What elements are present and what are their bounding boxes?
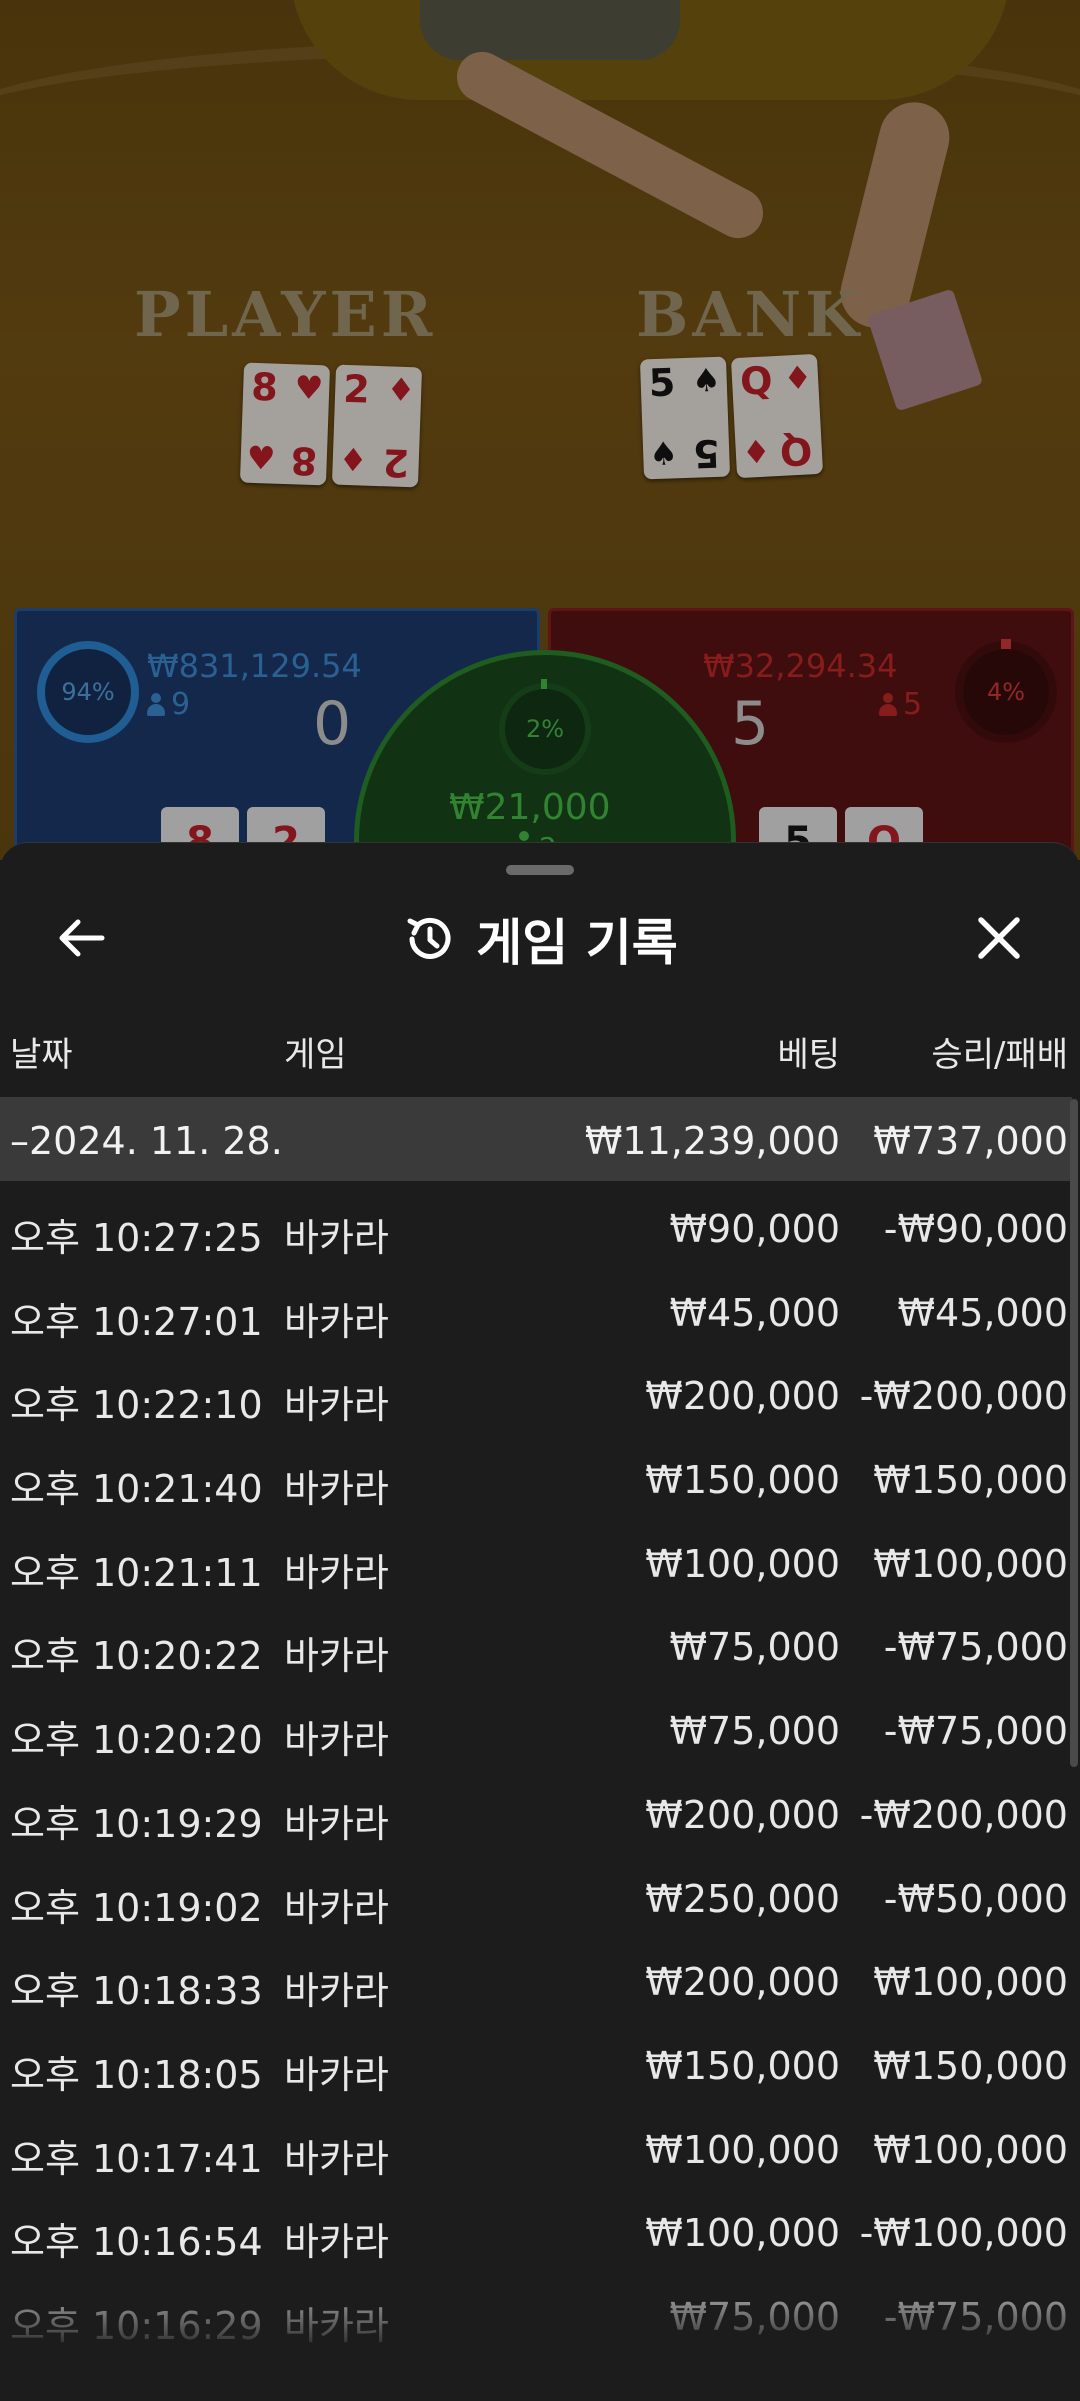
row-game: 바카라 (284, 1550, 389, 1595)
row-win-loss: ₩150,000 (873, 2043, 1068, 2088)
row-bet: ₩75,000 (669, 2294, 840, 2339)
row-bet: ₩75,000 (669, 1709, 840, 1754)
row-bet: ₩90,000 (669, 1207, 840, 1251)
table-row[interactable]: 오후 10:16:29 바카라 ₩75,000 -₩75,000 (0, 2269, 1072, 2353)
day-summary-row[interactable]: –2024. 11. 28. ₩11,239,000 ₩737,000 (0, 1097, 1072, 1181)
history-list: 오후 10:27:25 바카라 ₩90,000 -₩90,000 오후 10:27:01… (0, 1181, 1072, 2353)
day-total-win: ₩737,000 (873, 1119, 1068, 1163)
table-row[interactable]: 오후 10:16:54 바카라 ₩100,000 -₩100,000 (0, 2185, 1072, 2269)
row-time: 오후 10:19:29 (10, 1801, 263, 1846)
row-time: 오후 10:18:05 (10, 2052, 263, 2097)
row-time: 오후 10:16:29 (10, 2303, 263, 2348)
row-bet: ₩200,000 (645, 1374, 840, 1419)
row-bet: ₩75,000 (669, 1625, 840, 1670)
row-win-loss: ₩150,000 (873, 1458, 1068, 1503)
table-row[interactable]: 오후 10:22:10 바카라 ₩200,000 -₩200,000 (0, 1348, 1072, 1432)
row-win-loss: -₩50,000 (883, 1876, 1068, 1921)
sheet-title: 게임 기록 (476, 914, 678, 972)
row-time: 오후 10:27:01 (10, 1299, 263, 1344)
row-game: 바카라 (284, 2303, 389, 2348)
row-bet: ₩100,000 (645, 2127, 840, 2172)
row-win-loss: -₩75,000 (883, 1625, 1068, 1670)
row-bet: ₩100,000 (645, 1541, 840, 1586)
sheet-drag-handle[interactable] (506, 865, 574, 875)
table-row[interactable]: 오후 10:27:01 바카라 ₩45,000 ₩45,000 (0, 1265, 1072, 1349)
row-time: 오후 10:18:33 (10, 1969, 263, 2014)
table-row[interactable]: 오후 10:18:33 바카라 ₩200,000 ₩100,000 (0, 1934, 1072, 2018)
table-row[interactable]: 오후 10:17:41 바카라 ₩100,000 ₩100,000 (0, 2102, 1072, 2186)
row-bet: ₩250,000 (645, 1876, 840, 1921)
close-icon (978, 917, 1020, 959)
row-time: 오후 10:17:41 (10, 2136, 263, 2181)
table-row[interactable]: 오후 10:19:02 바카라 ₩250,000 -₩50,000 (0, 1851, 1072, 1935)
day-date: –2024. 11. 28. (10, 1119, 283, 1163)
row-game: 바카라 (284, 2052, 389, 2097)
row-bet: ₩45,000 (669, 1290, 840, 1335)
row-bet: ₩150,000 (645, 2043, 840, 2088)
row-win-loss: ₩45,000 (897, 1290, 1068, 1335)
row-time: 오후 10:20:22 (10, 1634, 263, 1679)
column-header-game[interactable]: 게임 (284, 1027, 347, 1076)
table-row[interactable]: 오후 10:21:11 바카라 ₩100,000 ₩100,000 (0, 1516, 1072, 1600)
history-icon (407, 917, 451, 959)
row-time: 오후 10:21:11 (10, 1550, 263, 1595)
row-game: 바카라 (284, 1801, 389, 1846)
row-bet: ₩100,000 (645, 2211, 840, 2256)
row-game: 바카라 (284, 2220, 389, 2265)
row-game: 바카라 (284, 1299, 389, 1344)
row-game: 바카라 (284, 1718, 389, 1763)
row-win-loss: ₩100,000 (873, 2127, 1068, 2172)
row-game: 바카라 (284, 1634, 389, 1679)
row-win-loss: -₩90,000 (883, 1207, 1068, 1251)
row-win-loss: -₩200,000 (859, 1792, 1068, 1837)
close-button[interactable] (964, 903, 1034, 973)
row-win-loss: -₩75,000 (883, 2294, 1068, 2339)
game-history-sheet: 게임 기록 날짜 게임 베팅 승리/패배 –2024. 11. 28. ₩11,… (0, 842, 1080, 2401)
table-row[interactable]: 오후 10:27:25 바카라 ₩90,000 -₩90,000 (0, 1181, 1072, 1265)
row-time: 오후 10:16:54 (10, 2220, 263, 2265)
row-bet: ₩200,000 (645, 1960, 840, 2005)
row-bet: ₩150,000 (645, 1458, 840, 1503)
row-game: 바카라 (284, 1216, 389, 1260)
column-header-date[interactable]: 날짜 (10, 1027, 73, 1076)
row-time: 오후 10:22:10 (10, 1383, 263, 1428)
day-total-bet: ₩11,239,000 (584, 1119, 840, 1163)
row-win-loss: ₩100,000 (873, 1960, 1068, 2005)
scrollbar[interactable] (1070, 1099, 1078, 1767)
table-row[interactable]: 오후 10:21:40 바카라 ₩150,000 ₩150,000 (0, 1432, 1072, 1516)
video-dim-overlay (0, 0, 1080, 860)
row-win-loss: -₩75,000 (883, 1709, 1068, 1754)
column-header-win-loss[interactable]: 승리/패배 (931, 1027, 1068, 1076)
row-win-loss: -₩100,000 (859, 2211, 1068, 2256)
row-game: 바카라 (284, 1885, 389, 1930)
row-game: 바카라 (284, 1969, 389, 2014)
row-game: 바카라 (284, 1467, 389, 1512)
sheet-header: 게임 기록 (0, 899, 1080, 979)
row-time: 오후 10:27:25 (10, 1216, 263, 1260)
table-row[interactable]: 오후 10:19:29 바카라 ₩200,000 -₩200,000 (0, 1767, 1072, 1851)
table-row[interactable]: 오후 10:20:22 바카라 ₩75,000 -₩75,000 (0, 1599, 1072, 1683)
row-time: 오후 10:20:20 (10, 1718, 263, 1763)
row-game: 바카라 (284, 1383, 389, 1428)
table-row[interactable]: 오후 10:18:05 바카라 ₩150,000 ₩150,000 (0, 2018, 1072, 2102)
row-bet: ₩200,000 (645, 1792, 840, 1837)
table-row[interactable]: 오후 10:20:20 바카라 ₩75,000 -₩75,000 (0, 1683, 1072, 1767)
row-win-loss: ₩100,000 (873, 1541, 1068, 1586)
row-win-loss: -₩200,000 (859, 1374, 1068, 1419)
row-game: 바카라 (284, 2136, 389, 2181)
row-time: 오후 10:19:02 (10, 1885, 263, 1930)
row-time: 오후 10:21:40 (10, 1467, 263, 1512)
column-header-bet[interactable]: 베팅 (777, 1027, 840, 1076)
